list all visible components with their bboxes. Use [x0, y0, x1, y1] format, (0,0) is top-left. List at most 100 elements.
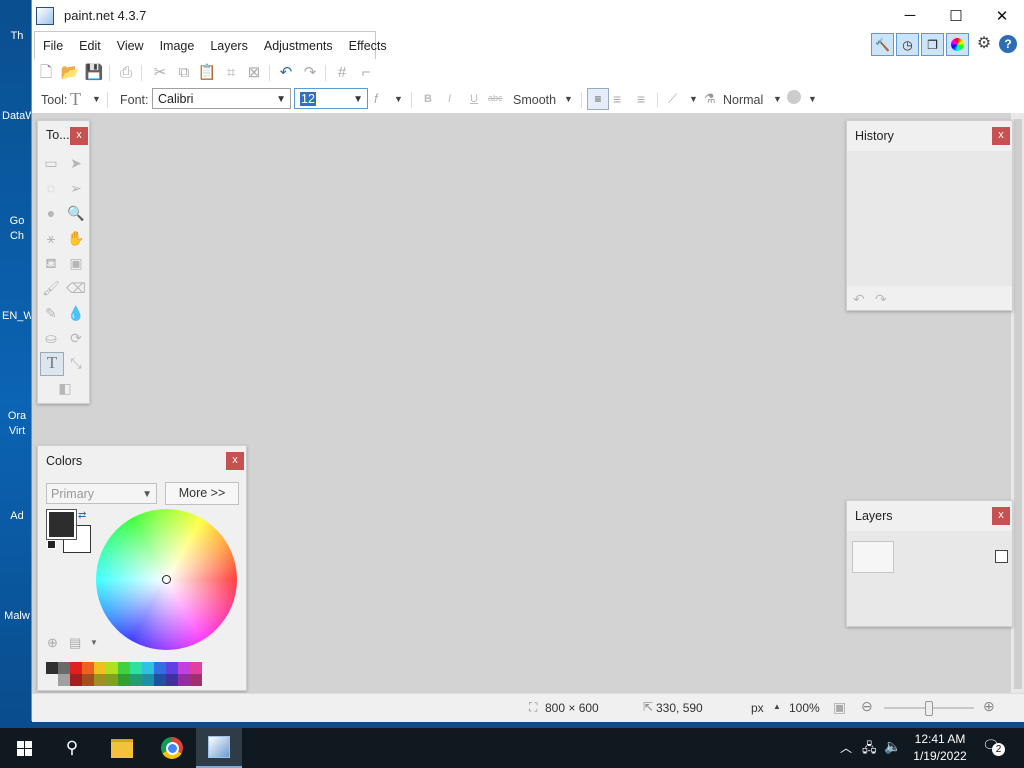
align-center-button[interactable]: ≡ [613, 91, 621, 107]
palette-swatch[interactable] [130, 674, 142, 686]
layer-visibility-checkbox[interactable] [995, 550, 1008, 563]
deselect-button[interactable]: ⊠ [244, 63, 264, 83]
palette-swatch[interactable] [166, 662, 178, 674]
menu-adjustments[interactable]: Adjustments [256, 32, 341, 60]
zoom-out-icon[interactable]: ⊖ [861, 698, 873, 715]
tools-toggle-button[interactable]: 🔨 [871, 33, 894, 56]
palette-swatch[interactable] [118, 662, 130, 674]
volume-icon[interactable]: 🔈 [884, 738, 901, 755]
italic-button[interactable]: I [448, 93, 451, 105]
print-button[interactable]: ⎙ [116, 63, 136, 83]
move-selected-tool[interactable]: ➤ [66, 153, 86, 173]
bold-button[interactable]: B [424, 93, 432, 105]
zoom-tool[interactable]: 🔍 [66, 203, 86, 223]
palette-swatch[interactable] [154, 674, 166, 686]
add-palette-icon[interactable]: ⊕ [47, 635, 58, 651]
menu-image[interactable]: Image [152, 32, 203, 60]
reset-colors-icon[interactable] [47, 540, 56, 549]
palette-swatch[interactable] [70, 674, 82, 686]
desktop-icon[interactable]: Malw [2, 610, 32, 622]
file-explorer-button[interactable] [100, 728, 144, 768]
history-redo-button[interactable]: ↷ [875, 291, 887, 308]
scrollbar-thumb[interactable] [1014, 119, 1022, 689]
palette-menu-icon[interactable]: ▤ [69, 635, 81, 651]
notifications-button[interactable]: 🗨 2 [982, 737, 1005, 756]
shapes-tool[interactable]: ◧ [52, 378, 78, 398]
palette-swatch[interactable] [154, 662, 166, 674]
cut-button[interactable]: ✂ [150, 63, 170, 83]
menu-view[interactable]: View [109, 32, 152, 60]
blend-mode-label[interactable]: Normal [723, 93, 763, 107]
chevron-down-icon[interactable]: ▼ [90, 638, 98, 647]
layers-panel-close[interactable]: x [992, 507, 1010, 525]
copy-button[interactable]: ⧉ [174, 63, 194, 83]
font-family-icon[interactable]: f [374, 91, 378, 106]
chevron-down-icon[interactable]: ▼ [564, 94, 573, 104]
font-select[interactable]: Calibri ▼ [152, 88, 291, 109]
paintnet-taskbar-button[interactable] [196, 728, 242, 768]
zoom-in-icon[interactable]: ⊕ [983, 698, 995, 715]
eraser-tool[interactable]: ⌫ [66, 278, 86, 298]
crop-button[interactable]: ⌗ [221, 63, 241, 83]
chevron-up-icon[interactable]: ▲ [773, 702, 781, 711]
new-button[interactable]: 🗋 [36, 63, 56, 83]
colors-panel-close[interactable]: x [226, 452, 244, 470]
recolor-tool[interactable]: ⟳ [66, 328, 86, 348]
selection-mode-icon[interactable] [787, 90, 801, 104]
history-toggle-button[interactable]: ◷ [896, 33, 919, 56]
line-curve-tool[interactable]: ⤡ [66, 353, 86, 373]
chevron-down-icon[interactable]: ▼ [808, 94, 817, 104]
palette-swatch[interactable] [94, 662, 106, 674]
desktop-icon[interactable]: Ad [2, 510, 32, 522]
palette-swatch[interactable] [106, 674, 118, 686]
paintbrush-tool[interactable]: 🖌 [41, 278, 61, 298]
zoom-to-window-icon[interactable]: ▣ [833, 699, 846, 716]
network-icon[interactable]: 🖧 [862, 739, 877, 761]
desktop-icon[interactable]: Go [2, 215, 32, 227]
minimize-button[interactable]: ─ [887, 0, 933, 31]
search-button[interactable]: ⚲ [50, 728, 94, 768]
pencil-tool[interactable]: ✎ [41, 303, 61, 323]
clock-date[interactable]: 1/19/2022 [910, 749, 970, 763]
clone-stamp-tool[interactable]: ⛀ [41, 328, 61, 348]
palette-swatch[interactable] [142, 674, 154, 686]
palette-swatch[interactable] [178, 674, 190, 686]
rulers-button[interactable]: ⌐ [356, 63, 376, 83]
help-button[interactable]: ? [999, 35, 1017, 53]
strikethrough-button[interactable]: abc [488, 93, 503, 103]
palette-swatch[interactable] [178, 662, 190, 674]
redo-button[interactable]: ↷ [300, 63, 320, 83]
desktop-icon[interactable]: Ora [2, 410, 32, 422]
palette-swatch[interactable] [46, 674, 58, 686]
open-button[interactable]: 📂 [60, 63, 80, 83]
paint-bucket-tool[interactable]: ⛾ [41, 253, 61, 273]
close-button[interactable]: ✕ [979, 0, 1024, 31]
colors-toggle-button[interactable] [946, 33, 969, 56]
menu-edit[interactable]: Edit [71, 32, 109, 60]
blend-mode-icon[interactable]: ⟋ [668, 91, 677, 107]
zoom-slider-thumb[interactable] [925, 701, 933, 716]
desktop-icon[interactable]: EN_W [2, 310, 32, 322]
align-left-button[interactable]: ≡ [587, 88, 609, 110]
menu-effects[interactable]: Effects [341, 32, 395, 60]
grid-button[interactable]: # [332, 63, 352, 83]
palette-swatch[interactable] [130, 662, 142, 674]
history-panel-close[interactable]: x [992, 127, 1010, 145]
ellipse-select-tool[interactable]: ● [41, 203, 61, 223]
color-picker-tool[interactable]: 💧 [66, 303, 86, 323]
chevron-down-icon[interactable]: ▼ [394, 94, 403, 104]
palette-swatch[interactable] [190, 674, 202, 686]
more-colors-button[interactable]: More >> [165, 482, 239, 505]
history-list[interactable] [847, 151, 1012, 286]
palette-swatch[interactable] [142, 662, 154, 674]
antialias-label[interactable]: Smooth [513, 93, 556, 107]
palette-swatch[interactable] [118, 674, 130, 686]
swap-colors-icon[interactable]: ⇄ [78, 510, 86, 521]
clock-time[interactable]: 12:41 AM [914, 732, 966, 746]
palette-swatch[interactable] [166, 674, 178, 686]
primary-color-swatch[interactable] [46, 509, 77, 540]
menu-file[interactable]: File [35, 32, 71, 60]
save-button[interactable]: 💾 [84, 63, 104, 83]
chrome-button[interactable] [150, 728, 194, 768]
palette-swatch[interactable] [58, 662, 70, 674]
